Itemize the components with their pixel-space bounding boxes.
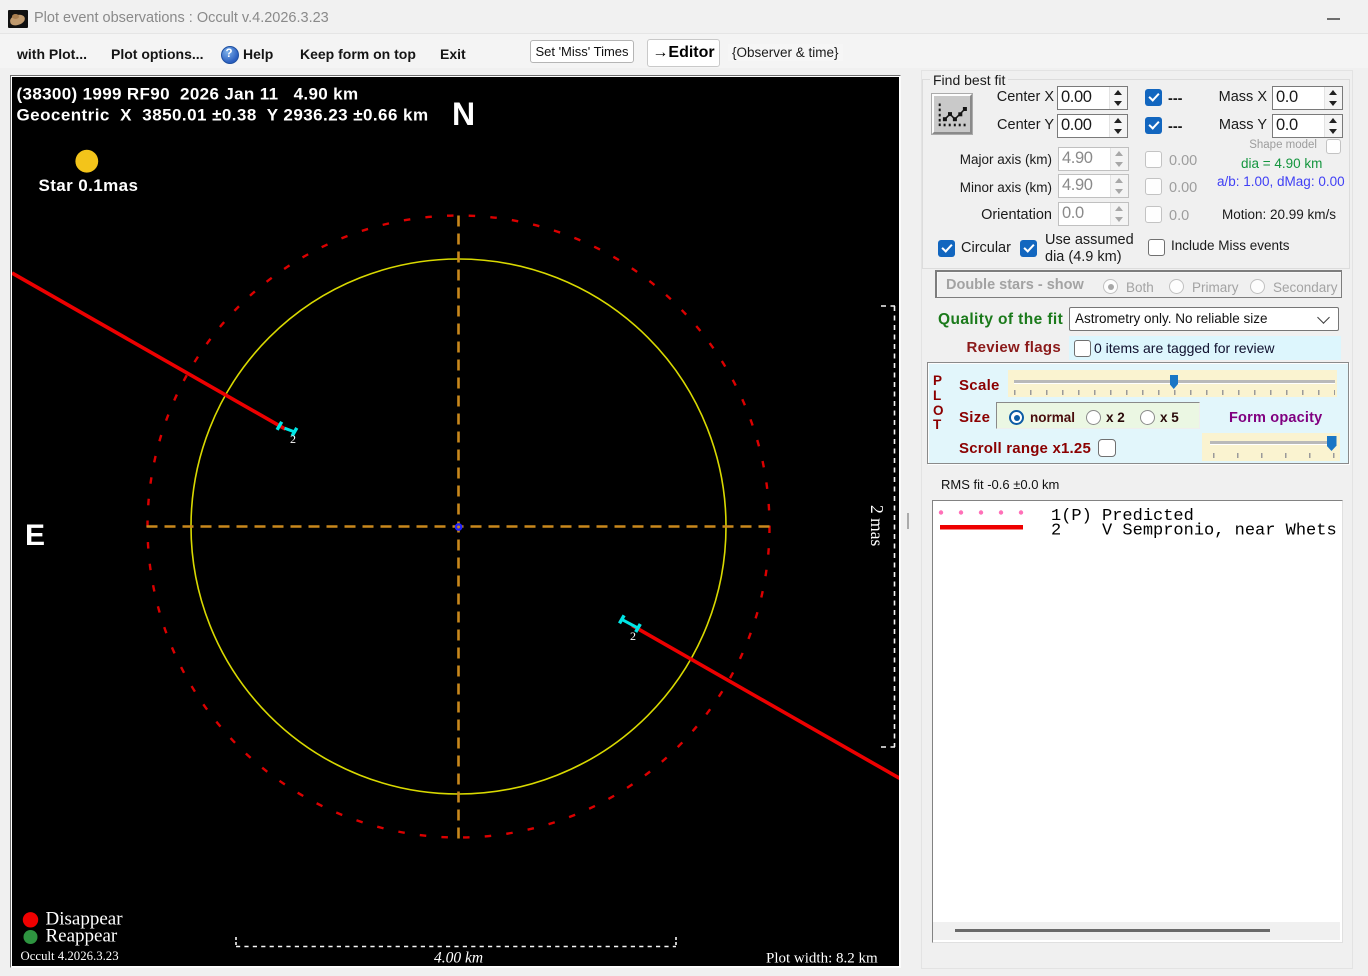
svg-text:2 mas: 2 mas bbox=[867, 505, 887, 547]
svg-text:Geocentric X 3850.01 ±0.38: Geocentric X 3850.01 ±0.38 Y 2936.23 ±0.… bbox=[17, 106, 429, 125]
svg-text:4.00 km: 4.00 km bbox=[434, 950, 483, 967]
svg-text:Reappear: Reappear bbox=[46, 926, 118, 947]
svg-text:(38300) 1999 RF90 2026 Jan 11: (38300) 1999 RF90 2026 Jan 11 4.90 km bbox=[17, 85, 359, 104]
svg-text:2: 2 bbox=[290, 432, 296, 446]
svg-text:E: E bbox=[25, 519, 45, 552]
svg-text:N: N bbox=[452, 96, 475, 132]
svg-text:Occult 4.2026.3.23: Occult 4.2026.3.23 bbox=[21, 949, 119, 963]
svg-text:2 V Sempronio, near Whets: 2 V Sempronio, near Whets bbox=[1051, 522, 1337, 541]
svg-text:2: 2 bbox=[630, 629, 636, 643]
svg-text:Star 0.1mas: Star 0.1mas bbox=[39, 176, 139, 195]
svg-text:Plot width: 8.2 km: Plot width: 8.2 km bbox=[766, 951, 878, 967]
